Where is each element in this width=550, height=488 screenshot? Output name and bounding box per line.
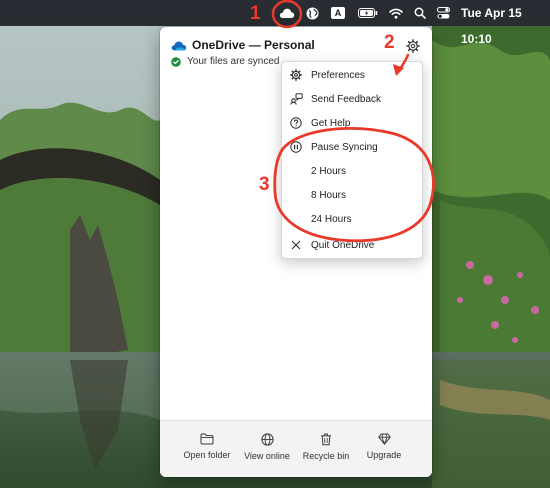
feedback-icon bbox=[289, 92, 303, 106]
view-online-button[interactable]: View online bbox=[234, 433, 300, 469]
check-circle-icon bbox=[171, 56, 181, 67]
menu-item-preferences[interactable]: Preferences bbox=[282, 63, 422, 87]
upgrade-button[interactable]: Upgrade bbox=[351, 433, 417, 469]
menu-item-label: Get Help bbox=[311, 117, 351, 129]
globe-icon bbox=[260, 433, 274, 446]
recycle-bin-button[interactable]: Recycle bin bbox=[293, 433, 359, 469]
menu-item-pause-8-hours[interactable]: 8 Hours bbox=[282, 183, 422, 207]
step1-number: 1 bbox=[250, 3, 261, 24]
menu-item-label: 2 Hours bbox=[311, 165, 347, 177]
menu-item-label: Preferences bbox=[311, 69, 365, 81]
recycle-bin-label: Recycle bin bbox=[302, 451, 350, 461]
gear-icon bbox=[289, 68, 303, 82]
menu-item-pause-syncing[interactable]: Pause Syncing bbox=[282, 135, 422, 159]
close-icon bbox=[289, 238, 303, 252]
menu-bar: A Tue Apr 15 10:10 bbox=[0, 0, 550, 46]
menu-item-send-feedback[interactable]: Send Feedback bbox=[282, 87, 422, 111]
folder-icon bbox=[200, 433, 214, 445]
step3-number: 3 bbox=[259, 174, 270, 195]
gear-icon bbox=[406, 39, 420, 53]
battery-icon[interactable] bbox=[356, 0, 380, 26]
open-folder-button[interactable]: Open folder bbox=[174, 433, 240, 469]
onedrive-cloud-icon[interactable] bbox=[276, 0, 298, 26]
menu-item-pause-2-hours[interactable]: 2 Hours bbox=[282, 159, 422, 183]
diamond-icon bbox=[377, 433, 391, 445]
upgrade-label: Upgrade bbox=[366, 450, 402, 460]
menu-item-label: Send Feedback bbox=[311, 93, 382, 105]
view-online-label: View online bbox=[244, 451, 290, 461]
globe-icon[interactable] bbox=[303, 0, 321, 26]
menu-item-label: 24 Hours bbox=[311, 213, 352, 225]
search-icon[interactable] bbox=[411, 0, 429, 26]
sync-status-text: Your files are synced bbox=[187, 56, 280, 67]
menu-item-get-help[interactable]: Get Help bbox=[282, 111, 422, 135]
pause-icon bbox=[289, 140, 303, 154]
menu-item-label: Pause Syncing bbox=[311, 141, 378, 153]
menu-item-quit-onedrive[interactable]: Quit OneDrive bbox=[282, 233, 422, 257]
onedrive-logo-icon bbox=[171, 38, 187, 56]
settings-gear-button[interactable] bbox=[403, 36, 423, 56]
control-center-icon[interactable] bbox=[434, 0, 452, 26]
panel-footer: Open folder View online Recycle bin Upgr… bbox=[160, 420, 432, 477]
input-source-icon[interactable]: A bbox=[329, 0, 347, 26]
wifi-icon[interactable] bbox=[387, 0, 405, 26]
menu-item-label: Quit OneDrive bbox=[311, 239, 375, 251]
menubar-clock[interactable]: Tue Apr 15 10:10 bbox=[461, 0, 550, 46]
step2-number: 2 bbox=[384, 32, 395, 53]
open-folder-label: Open folder bbox=[183, 450, 231, 460]
menu-item-label: 8 Hours bbox=[311, 189, 347, 201]
panel-title: OneDrive — Personal bbox=[192, 38, 315, 52]
settings-menu: Preferences Send Feedback Get Help Pause… bbox=[281, 61, 423, 259]
input-source-label: A bbox=[331, 7, 345, 19]
menu-item-pause-24-hours[interactable]: 24 Hours bbox=[282, 207, 422, 231]
trash-icon bbox=[321, 433, 331, 446]
help-icon bbox=[289, 116, 303, 130]
sync-status: Your files are synced bbox=[171, 56, 279, 67]
